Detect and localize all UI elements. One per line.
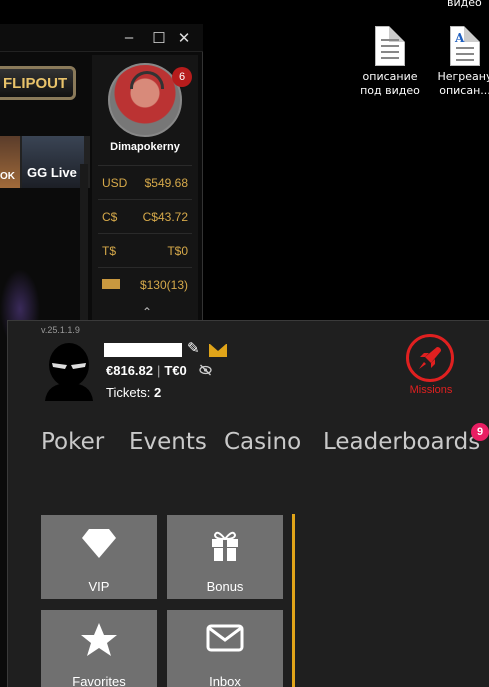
tickets-count: Tickets: 2 bbox=[106, 385, 161, 400]
file-name-line1: Негреану bbox=[437, 70, 489, 83]
word-file-icon: A bbox=[450, 26, 480, 66]
accent-divider bbox=[292, 514, 295, 687]
balance-row-cad: C$ C$43.72 bbox=[98, 199, 192, 233]
balance-currency: T$ bbox=[102, 244, 117, 258]
mail-icon[interactable] bbox=[209, 344, 227, 357]
desktop-label: видео bbox=[447, 0, 482, 9]
edit-name-icon[interactable]: ✎ bbox=[187, 339, 200, 357]
nav-leaderboards[interactable]: Leaderboards bbox=[323, 429, 480, 455]
profile-username: Dimapokerny bbox=[110, 141, 180, 153]
desktop-file-description[interactable]: описание под видео bbox=[355, 26, 425, 98]
chevron-up-icon[interactable]: ⌃ bbox=[142, 305, 152, 319]
file-name-line2: под видео bbox=[360, 84, 420, 97]
balance-t: T€0 bbox=[164, 363, 187, 378]
missions-button[interactable] bbox=[406, 334, 454, 382]
balance-amount: $130(13) bbox=[139, 278, 188, 292]
tile-bonus[interactable]: Bonus bbox=[167, 515, 283, 599]
balance-amount: C$43.72 bbox=[142, 210, 188, 224]
mail-icon bbox=[167, 622, 283, 657]
eye-off-icon[interactable] bbox=[199, 364, 212, 376]
balance-eur: €816.82 bbox=[106, 363, 153, 378]
file-name-line1: описание bbox=[362, 70, 418, 83]
missions-label: Missions bbox=[409, 384, 453, 396]
gift-icon bbox=[167, 527, 283, 568]
window-titlebar: – ☐ ✕ bbox=[0, 24, 203, 52]
profile-panel: 6 Dimapokerny USD $549.68 C$ C$43.72 T$ … bbox=[92, 55, 198, 320]
tile-label: Inbox bbox=[209, 674, 241, 687]
desktop-file-negreanu[interactable]: A Негреану описан... bbox=[430, 26, 489, 98]
text-file-icon bbox=[375, 26, 405, 66]
nav-poker[interactable]: Poker bbox=[41, 429, 104, 455]
thumb-ok-label: OK bbox=[0, 171, 15, 182]
avatar[interactable] bbox=[108, 63, 182, 137]
nav-casino[interactable]: Casino bbox=[224, 429, 301, 455]
tickets-number: 2 bbox=[153, 385, 162, 400]
ticket-icon bbox=[102, 278, 120, 292]
player-name-field bbox=[104, 343, 182, 357]
lobby-overlay-panel: v.25.1.1.9 ✎ €816.82 | T€0 Tickets: 2 Miss… bbox=[7, 320, 489, 687]
flipout-promo-button[interactable]: FLIPOUT bbox=[0, 66, 76, 100]
maximize-button[interactable]: ☐ bbox=[150, 29, 168, 47]
star-icon bbox=[41, 622, 157, 663]
close-button[interactable]: ✕ bbox=[175, 29, 193, 47]
diamond-icon bbox=[41, 527, 157, 564]
version-label: v.25.1.1.9 bbox=[41, 325, 80, 335]
thumb-gg-live-label: GG Live bbox=[27, 165, 77, 180]
panel-balance: €816.82 | T€0 bbox=[106, 363, 187, 378]
nav-events[interactable]: Events bbox=[129, 429, 207, 455]
tickets-label: Tickets: bbox=[106, 385, 151, 400]
thumb-gg-live[interactable]: GG Live bbox=[22, 136, 84, 188]
balance-row-tdollar: T$ T$0 bbox=[98, 233, 192, 267]
balance-currency: USD bbox=[102, 176, 128, 190]
ninja-avatar[interactable] bbox=[41, 341, 97, 401]
minimize-button[interactable]: – bbox=[120, 29, 138, 46]
tile-favorites[interactable]: Favorites bbox=[41, 610, 157, 687]
tile-vip[interactable]: VIP bbox=[41, 515, 157, 599]
balance-row-usd: USD $549.68 bbox=[98, 165, 192, 199]
balance-amount: $549.68 bbox=[144, 176, 188, 190]
leaderboards-badge: 9 bbox=[471, 423, 489, 441]
file-name-line2: описан... bbox=[439, 84, 489, 97]
notification-badge: 6 bbox=[172, 67, 192, 87]
balance-amount: T$0 bbox=[167, 244, 188, 258]
tile-label: VIP bbox=[88, 579, 110, 594]
balance-currency: C$ bbox=[102, 210, 118, 224]
game-thumbnails: OK GG Live bbox=[0, 136, 90, 188]
tile-label: Bonus bbox=[206, 579, 244, 594]
tile-inbox[interactable]: Inbox bbox=[167, 610, 283, 687]
thumb-ok[interactable]: OK bbox=[0, 136, 20, 188]
balance-row-tickets: $130(13) bbox=[98, 267, 192, 301]
rocket-icon bbox=[419, 347, 441, 369]
tile-label: Favorites bbox=[72, 674, 126, 687]
